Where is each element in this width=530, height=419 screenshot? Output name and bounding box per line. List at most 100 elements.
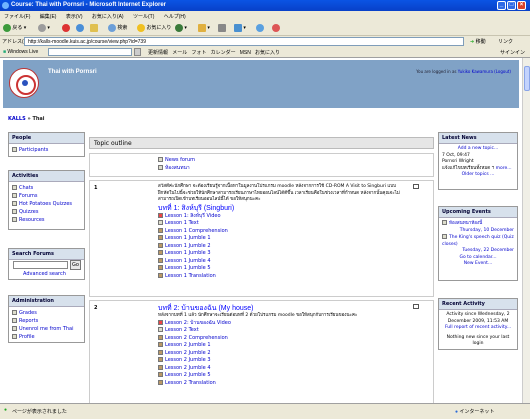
activity-resources[interactable]: Resources [19, 217, 45, 223]
lesson-link[interactable]: Lesson 2 Translation [165, 380, 216, 386]
forum-icon [158, 157, 163, 162]
logout-link[interactable]: (Logout) [494, 69, 511, 74]
go-arrow-icon: ➜ [470, 39, 475, 45]
activity-quizzes[interactable]: Quizzes [19, 209, 38, 215]
zone-indicator: ● インターネット [455, 409, 495, 415]
go-button[interactable]: ➜ 移動 [470, 38, 486, 45]
activity-forums[interactable]: Forums [19, 193, 37, 199]
media-button[interactable]: ▾ [175, 23, 187, 33]
windows-flag-icon: ■ [3, 49, 7, 55]
file-icon [158, 220, 163, 225]
signin-button[interactable]: サインイン [500, 49, 525, 56]
lesson-link[interactable]: Lesson 1 Jumble 4 [165, 258, 211, 264]
menu-bar: ファイル(F) 編集(E) 表示(V) お気に入り(A) ツール(T) ヘルプ(… [0, 11, 530, 20]
block-title: People [9, 133, 84, 144]
hotpot-icon [158, 250, 163, 255]
event-link[interactable]: The King's speech quiz (Quiz closes) [442, 235, 514, 247]
live-msn[interactable]: MSN [240, 50, 251, 56]
hotpot-icon [158, 357, 163, 362]
live-search-button[interactable] [134, 48, 141, 56]
search-button[interactable]: 検索 [108, 23, 127, 33]
user-link[interactable]: Yukiko Kawamura [458, 69, 493, 74]
home-button[interactable] [90, 23, 98, 33]
search-icon [108, 23, 116, 32]
edit-button[interactable]: ▾ [234, 23, 246, 33]
stop-icon [62, 23, 70, 32]
lesson-link[interactable]: Lesson 2: บ้านของฉัน Video [165, 320, 231, 326]
lesson-link[interactable]: Lesson 1 Text [165, 220, 199, 226]
admin-unenrol[interactable]: Unenrol me from Thai [19, 326, 74, 332]
chatroom-link[interactable]: ห้องสนทนา [165, 165, 190, 171]
breadcrumb-current: Thai [32, 116, 45, 122]
search-go-button[interactable]: Go [70, 260, 81, 270]
lesson-link[interactable]: Lesson 2 Jumble 5 [165, 372, 211, 378]
live-favorites[interactable]: お気に入り [255, 50, 280, 56]
block-title: Search Forums [9, 249, 84, 260]
activity-chats[interactable]: Chats [19, 185, 33, 191]
lesson-link[interactable]: Lesson 2 Jumble 1 [165, 342, 211, 348]
live-news[interactable]: 更新情報 [148, 50, 168, 56]
favorites-button[interactable]: お気に入り [137, 23, 171, 33]
lesson-link[interactable]: Lesson 1 Comprehension [165, 228, 228, 234]
lesson-link[interactable]: Lesson 2 Jumble 4 [165, 365, 211, 371]
home-icon [90, 23, 98, 32]
login-info: You are logged in as Yukiko Kawamura (Lo… [416, 69, 511, 74]
back-button[interactable]: 戻る ▾ [3, 23, 26, 33]
live-photo[interactable]: フォト [191, 50, 206, 56]
close-button[interactable]: × [517, 1, 526, 10]
news-forum-link[interactable]: News forum [165, 157, 195, 163]
hotpot-icon [158, 242, 163, 248]
lesson-link[interactable]: Lesson 1 Jumble 5 [165, 265, 211, 271]
upcoming-events-block: Upcoming Events ห้องสนทนาห้องนี้ Thursda… [438, 206, 518, 281]
live-search-input[interactable] [48, 48, 132, 56]
lesson-link[interactable]: Lesson 2 Jumble 3 [165, 357, 211, 363]
lesson-link[interactable]: Lesson 2 Text [165, 327, 199, 333]
admin-reports[interactable]: Reports [19, 318, 38, 324]
event-link[interactable]: ห้องสนทนาห้องนี้ [449, 221, 482, 226]
status-bar: ● ページが表示されました ● インターネット [0, 403, 530, 419]
admin-grades[interactable]: Grades [19, 310, 37, 316]
forward-button[interactable]: ▾ [38, 23, 50, 33]
refresh-button[interactable] [76, 23, 84, 33]
advanced-search-link[interactable]: Advanced search [23, 271, 66, 277]
chat-icon [158, 164, 163, 170]
quiz-icon [442, 234, 447, 239]
lesson-link[interactable]: Lesson 2 Comprehension [165, 335, 228, 341]
search-forums-input[interactable] [13, 261, 68, 269]
lesson-link[interactable]: Lesson 2 Jumble 2 [165, 350, 211, 356]
links-button[interactable]: リンク [498, 38, 513, 45]
hotpot-icon [158, 272, 163, 278]
stop-button[interactable] [62, 23, 70, 33]
activity-hotpot[interactable]: Hot Potatoes Quizzes [19, 201, 72, 207]
news-more-link[interactable]: more... [496, 166, 512, 171]
minimize-button[interactable]: _ [497, 1, 506, 10]
lesson-link[interactable]: Lesson 1 Jumble 2 [165, 243, 211, 249]
nothing-new-text: Nothing new since your last login [446, 334, 510, 347]
breadcrumb-root[interactable]: KALLS [8, 116, 26, 122]
research-button[interactable] [272, 23, 280, 33]
admin-profile[interactable]: Profile [19, 334, 35, 340]
highlight-checkbox[interactable] [413, 304, 419, 309]
lesson-link[interactable]: Lesson 1 Jumble 1 [165, 235, 211, 241]
full-report-link[interactable]: Full report of recent activity... [442, 325, 514, 332]
participants-link[interactable]: Participants [19, 147, 48, 153]
older-topics-link[interactable]: Older topics ... [442, 172, 514, 179]
print-button[interactable] [218, 23, 226, 33]
address-input[interactable]: http://kalls-moodle.kuis.ac.jp/course/vi… [24, 37, 464, 46]
browser-toolbar: 戻る ▾ ▾ 検索 お気に入り ▾ ▾ ▾ [0, 20, 530, 36]
administration-block: Administration Grades Reports Unenrol me… [8, 295, 85, 343]
mail-button[interactable]: ▾ [198, 23, 210, 33]
highlight-checkbox[interactable] [413, 184, 419, 189]
new-event-link[interactable]: New Event... [442, 261, 514, 268]
messenger-button[interactable] [256, 23, 264, 33]
lesson-link[interactable]: Lesson 1 Jumble 3 [165, 250, 211, 256]
scrollbar-thumb[interactable] [524, 66, 530, 91]
lesson-link[interactable]: Lesson 1: สิงห์บุรี Video [165, 213, 221, 219]
maximize-button[interactable]: □ [507, 1, 516, 10]
live-mail[interactable]: メール [172, 50, 187, 56]
live-calendar[interactable]: カレンダー [211, 50, 236, 56]
lesson-link[interactable]: Lesson 1 Translation [165, 273, 216, 279]
vertical-scrollbar[interactable] [522, 58, 530, 403]
block-title: Administration [9, 296, 84, 307]
mail-icon [198, 23, 206, 32]
